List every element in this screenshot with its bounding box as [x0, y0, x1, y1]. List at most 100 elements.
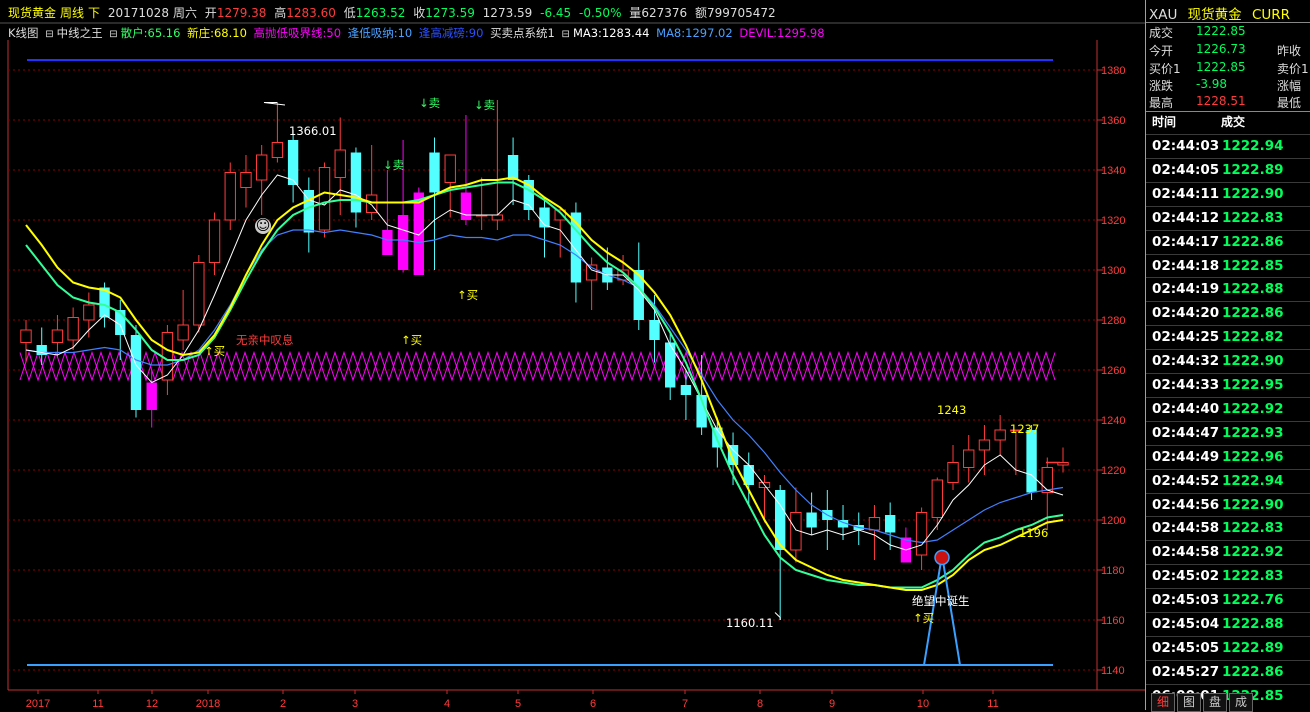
- x-tick-label: 3: [352, 698, 358, 710]
- tick-price: 1222.94: [1222, 138, 1284, 154]
- candle-body: [963, 449, 975, 468]
- header-open: 1279.38: [216, 6, 267, 20]
- deal-value: 1222.85: [1196, 24, 1246, 38]
- tick-row: 02:44:58 1222.83: [1146, 516, 1310, 540]
- candle-body: [20, 329, 32, 343]
- annotation-1237: 1237: [1010, 422, 1040, 436]
- tick-row: 02:44:33 1222.95: [1146, 373, 1310, 397]
- tick-time: 02:45:02: [1152, 568, 1220, 585]
- candle-body: [240, 172, 252, 188]
- indicator-retail: 散户:65.16: [120, 26, 181, 40]
- header-symbol: 现货黄金: [8, 6, 57, 20]
- candle-body: [161, 332, 174, 381]
- tick-price: 1222.86: [1222, 233, 1284, 250]
- tick-time: 02:44:58: [1152, 544, 1220, 561]
- indicator-bar: K线图 ⊟ 中线之王 ⊟ 散户:65.16 新庄:68.10 高抛低吸界线:50 逢…: [8, 25, 828, 41]
- quote-name: 现货黄金: [1187, 7, 1242, 23]
- tick-time: 02:44:18: [1152, 257, 1220, 274]
- bottom-tab-2[interactable]: 盘: [1203, 693, 1227, 712]
- tick-time: 02:44:32: [1152, 353, 1220, 370]
- kline-chart[interactable]: 1140 1160 1180 1200 1220 1240 1260 1280 1300 1320…: [0, 0, 1145, 710]
- candle-body: [255, 154, 268, 181]
- indicator-ma8: MA8:1297.02: [656, 26, 733, 40]
- buy-signal-1: ↑买: [457, 288, 479, 302]
- candle-body: [978, 439, 991, 451]
- bid-value: 1222.85: [1196, 60, 1246, 74]
- sell-signal-3: ↓卖: [383, 158, 405, 172]
- quote-code: XAU: [1149, 7, 1178, 23]
- y-tick-label: 1220: [1101, 465, 1125, 477]
- tick-time: 02:44:12: [1152, 209, 1220, 226]
- x-tick-label: 6: [590, 698, 596, 710]
- tick-price: 1222.83: [1222, 568, 1284, 585]
- tick-price: 1222.82: [1222, 329, 1284, 346]
- candle-body: [884, 515, 896, 533]
- indicator-kline[interactable]: K线图: [8, 26, 39, 40]
- zigzag-band-lower: [19, 350, 1056, 382]
- header-volume-label: 量: [629, 6, 642, 20]
- bid-label: 买价1: [1149, 62, 1181, 76]
- candle-body: [130, 335, 142, 410]
- y-tick-label: 1380: [1101, 65, 1125, 77]
- tick-time: 02:44:03: [1152, 138, 1220, 154]
- buy-signal-2: ↑买: [401, 333, 423, 347]
- ma-blue-line: [25, 229, 1064, 544]
- indicator-low-buy: 逢低吸纳:10: [347, 26, 413, 40]
- indicator-bs-system[interactable]: 买卖点系统1: [490, 26, 555, 40]
- header-low-label: 低: [343, 6, 356, 20]
- candle-body: [1041, 467, 1053, 493]
- indicator-title[interactable]: 中线之王: [57, 26, 103, 40]
- tick-row: 02:45:04 1222.88: [1146, 612, 1310, 636]
- tick-price: 1222.83: [1222, 520, 1284, 537]
- tick-row: 02:44:17 1222.86: [1146, 229, 1310, 254]
- smiley-icon: ☺: [255, 218, 271, 234]
- y-tick-label: 1360: [1101, 115, 1125, 127]
- tick-time: 02:45:03: [1152, 592, 1220, 609]
- candle-body: [177, 324, 189, 341]
- bottom-tab-3[interactable]: 成: [1229, 693, 1253, 712]
- candle-body: [350, 152, 362, 213]
- tick-price: 1222.94: [1222, 472, 1284, 489]
- tick-row: 02:44:58 1222.92: [1146, 540, 1310, 564]
- tick-row: 02:44:56 1222.90: [1146, 492, 1310, 517]
- retail-toggle-icon[interactable]: ⊟: [109, 29, 117, 40]
- y-tick-label: 1160: [1101, 615, 1125, 627]
- tick-row: 02:44:20 1222.86: [1146, 301, 1310, 325]
- ticks-time-header: 时间: [1152, 115, 1177, 129]
- tick-price: 1222.86: [1222, 305, 1284, 322]
- sell-signal-2: ↓卖: [474, 98, 496, 112]
- high-value: 1228.51: [1196, 94, 1246, 108]
- header-date: 20171028: [107, 6, 169, 20]
- y-tick-label: 1240: [1101, 415, 1125, 427]
- tick-row: 02:44:11 1222.90: [1146, 181, 1310, 206]
- bottom-tab-1[interactable]: 图: [1177, 693, 1201, 712]
- tick-time: 02:44:20: [1152, 305, 1220, 322]
- bottom-tab-0[interactable]: 细: [1151, 693, 1175, 712]
- ma-toggle-icon[interactable]: ⊟: [562, 29, 570, 40]
- x-tick-label: 4: [444, 698, 450, 710]
- candle-body: [146, 382, 157, 410]
- tick-price: 1222.90: [1222, 185, 1284, 202]
- tick-row: 02:44:49 1222.96: [1146, 444, 1310, 469]
- y-tick-label: 1180: [1101, 565, 1125, 577]
- amp-label: 涨幅: [1277, 79, 1302, 93]
- header-low: 1263.52: [355, 6, 406, 20]
- tick-row: 02:44:40 1222.92: [1146, 396, 1310, 421]
- candle-body: [1026, 430, 1037, 493]
- candle-body: [193, 262, 205, 326]
- indicator-high-sell: 高抛低吸界线:50: [253, 26, 342, 40]
- tick-time: 02:44:05: [1152, 161, 1220, 178]
- despair-annotation: 绝望中诞生: [912, 594, 970, 608]
- candle-body: [680, 385, 692, 395]
- candle-body: [444, 154, 456, 183]
- tick-price: 1222.92: [1222, 400, 1284, 417]
- candle-body: [224, 172, 236, 221]
- quote-curr: CURR: [1251, 7, 1291, 23]
- indicator-toggle-icon[interactable]: ⊟: [45, 29, 53, 40]
- high-annotation: 1366.01: [289, 124, 337, 138]
- tick-price: 1222.95: [1222, 377, 1284, 393]
- open-value: 1226.73: [1196, 42, 1246, 56]
- tick-row: 02:44:32 1222.90: [1146, 349, 1310, 373]
- low-label: 最低: [1277, 96, 1302, 110]
- tick-price: 1222.92: [1222, 544, 1284, 561]
